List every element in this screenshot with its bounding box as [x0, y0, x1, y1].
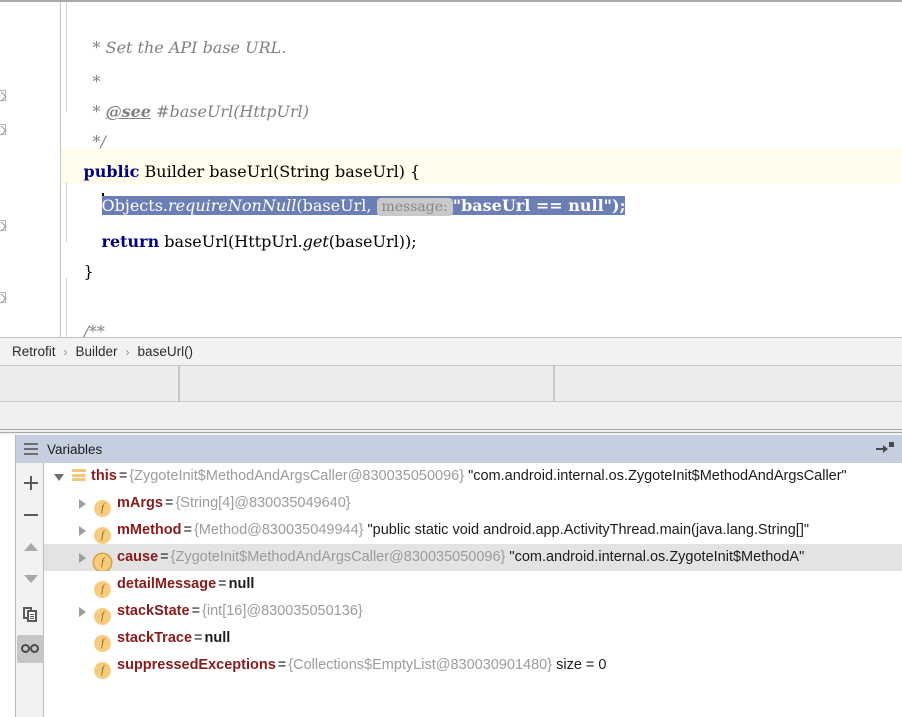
code-editor-pane[interactable]: * Set the API base URL. * * @see #baseUr… [0, 0, 902, 337]
code-line-comment: * Set the API base URL. [62, 308, 286, 337]
glasses-icon [20, 643, 41, 655]
field-icon: f [94, 527, 112, 544]
variables-panel-title: Variables [47, 441, 103, 457]
table-row[interactable]: f mArgs = {String[4]@830035049640} [44, 490, 902, 517]
variables-panel-header[interactable]: Variables [16, 435, 902, 463]
table-row[interactable]: f mMethod = {Method@830035049944} "public s… [44, 517, 902, 544]
add-watch-button[interactable] [17, 469, 44, 497]
equals-sign: = [118, 468, 128, 484]
table-row[interactable]: this = {ZygoteInit$MethodAndArgsCaller@830… [44, 463, 902, 490]
field-icon: f [94, 500, 112, 517]
variable-reference: {Method@830035049944} [193, 522, 364, 538]
field-icon: f [94, 608, 112, 625]
variable-reference: {ZygoteInit$MethodAndArgsCaller@83003505… [129, 468, 465, 484]
equals-sign: = [194, 630, 203, 646]
table-row[interactable]: f cause = {ZygoteInit$MethodAndArgsCaller@8… [44, 544, 902, 571]
hamburger-icon[interactable] [24, 443, 38, 455]
string-literal: "baseUrl == null" [452, 196, 612, 215]
variable-string-value: "public static void android.app.Activity… [367, 522, 810, 538]
breadcrumb-separator-icon: › [63, 344, 68, 359]
breadcrumb-item-class[interactable]: Retrofit [12, 344, 56, 359]
triangle-down-icon [23, 575, 38, 583]
table-row[interactable]: f suppressedExceptions = {Collections$Empty… [44, 652, 902, 679]
hide-panel-icon[interactable] [876, 442, 894, 456]
expand-collapse-triangle-icon[interactable] [54, 463, 68, 490]
secondary-panels-area [0, 366, 902, 431]
variable-name: stackTrace [117, 630, 193, 646]
variables-toolbar-left-strip [0, 463, 16, 717]
return-expression: baseUrl(HttpUrl. [159, 232, 303, 251]
field-icon: f [94, 554, 112, 571]
variables-toolbar [16, 463, 44, 717]
breadcrumb-separator-icon: › [125, 344, 130, 359]
variable-reference: {ZygoteInit$MethodAndArgsCaller@83003505… [170, 549, 506, 565]
variable-reference: {int[16]@830035050136} [202, 603, 363, 619]
variable-name: this [91, 468, 117, 484]
variable-reference: {String[4]@830035049640} [175, 495, 351, 511]
plus-icon [23, 476, 38, 490]
code-line-comment: * Set the API base URL. [62, 0, 287, 57]
variable-string-value: "com.android.internal.os.ZygoteInit$Meth… [468, 468, 847, 484]
field-icon: f [94, 635, 112, 652]
expand-collapse-triangle-icon[interactable] [76, 517, 90, 544]
variable-name: mMethod [117, 522, 182, 538]
copy-icon [23, 606, 38, 622]
field-icon: f [94, 662, 112, 679]
object-value-icon [72, 469, 87, 481]
variable-name: stackState [117, 603, 190, 619]
equals-sign: = [277, 657, 287, 673]
expand-collapse-triangle-icon[interactable] [76, 598, 90, 625]
variable-name: cause [117, 549, 159, 565]
variables-panel: Variables this = {ZygoteInit$MethodAndAr… [0, 433, 902, 717]
inspect-button[interactable] [17, 635, 44, 663]
comment-text: * Set the API base URL. [92, 38, 287, 57]
variables-tree[interactable]: this = {ZygoteInit$MethodAndArgsCaller@830… [44, 463, 902, 717]
code-line-current-statement: Objects.requireNonNull(baseUrl, message:… [71, 152, 626, 216]
keyword-return: return [101, 232, 160, 251]
table-row[interactable]: f detailMessage = null [44, 571, 902, 598]
get-method: get [302, 232, 329, 251]
empty-panel-left[interactable] [0, 366, 179, 402]
variables-header-left-stub [0, 435, 16, 463]
variable-null-value: null [204, 630, 231, 646]
move-watch-up-button[interactable] [17, 533, 44, 561]
equals-sign: = [164, 495, 174, 511]
variable-name: suppressedExceptions [117, 657, 276, 673]
breadcrumb[interactable]: Retrofit › Builder › baseUrl() [0, 337, 902, 366]
remove-watch-button[interactable] [17, 501, 44, 529]
expand-collapse-triangle-icon[interactable] [76, 490, 90, 517]
expand-collapse-triangle-icon[interactable] [76, 544, 90, 571]
field-icon: f [94, 581, 112, 598]
code-text-layer: * Set the API base URL. * * @see #baseUr… [0, 2, 902, 337]
equals-sign: = [160, 549, 169, 565]
variable-name: detailMessage [117, 576, 217, 592]
variable-null-value: null [228, 576, 255, 592]
minus-icon [23, 508, 38, 522]
breadcrumb-item-method[interactable]: baseUrl() [138, 344, 194, 359]
table-row[interactable]: f stackState = {int[16]@830035050136} [44, 598, 902, 625]
code-line-return: return baseUrl(HttpUrl.get(baseUrl)); [71, 188, 417, 251]
variable-string-value: "com.android.internal.os.ZygoteInit$Meth… [509, 549, 805, 565]
panel-gap [0, 402, 902, 430]
code-line-closing-brace: } [53, 218, 94, 281]
equals-sign: = [218, 576, 227, 592]
empty-panel-right[interactable] [554, 366, 902, 402]
return-tail: (baseUrl)); [328, 232, 417, 251]
code-line-method-signature: public Builder baseUrl(String baseUrl) { [53, 118, 421, 181]
call-suffix: ); [612, 196, 626, 215]
variable-name: mArgs [117, 495, 163, 511]
variable-reference: {Collections$EmptyList@830030901480} [288, 657, 553, 673]
copy-value-button[interactable] [17, 600, 44, 628]
table-row[interactable]: f stackTrace = null [44, 625, 902, 652]
breadcrumb-item-builder[interactable]: Builder [76, 344, 118, 359]
equals-sign: = [191, 603, 201, 619]
move-watch-down-button[interactable] [17, 565, 44, 593]
triangle-up-icon [23, 543, 38, 551]
empty-panel-center[interactable] [179, 366, 554, 402]
variable-size-info: size = 0 [556, 657, 607, 673]
equals-sign: = [183, 522, 192, 538]
